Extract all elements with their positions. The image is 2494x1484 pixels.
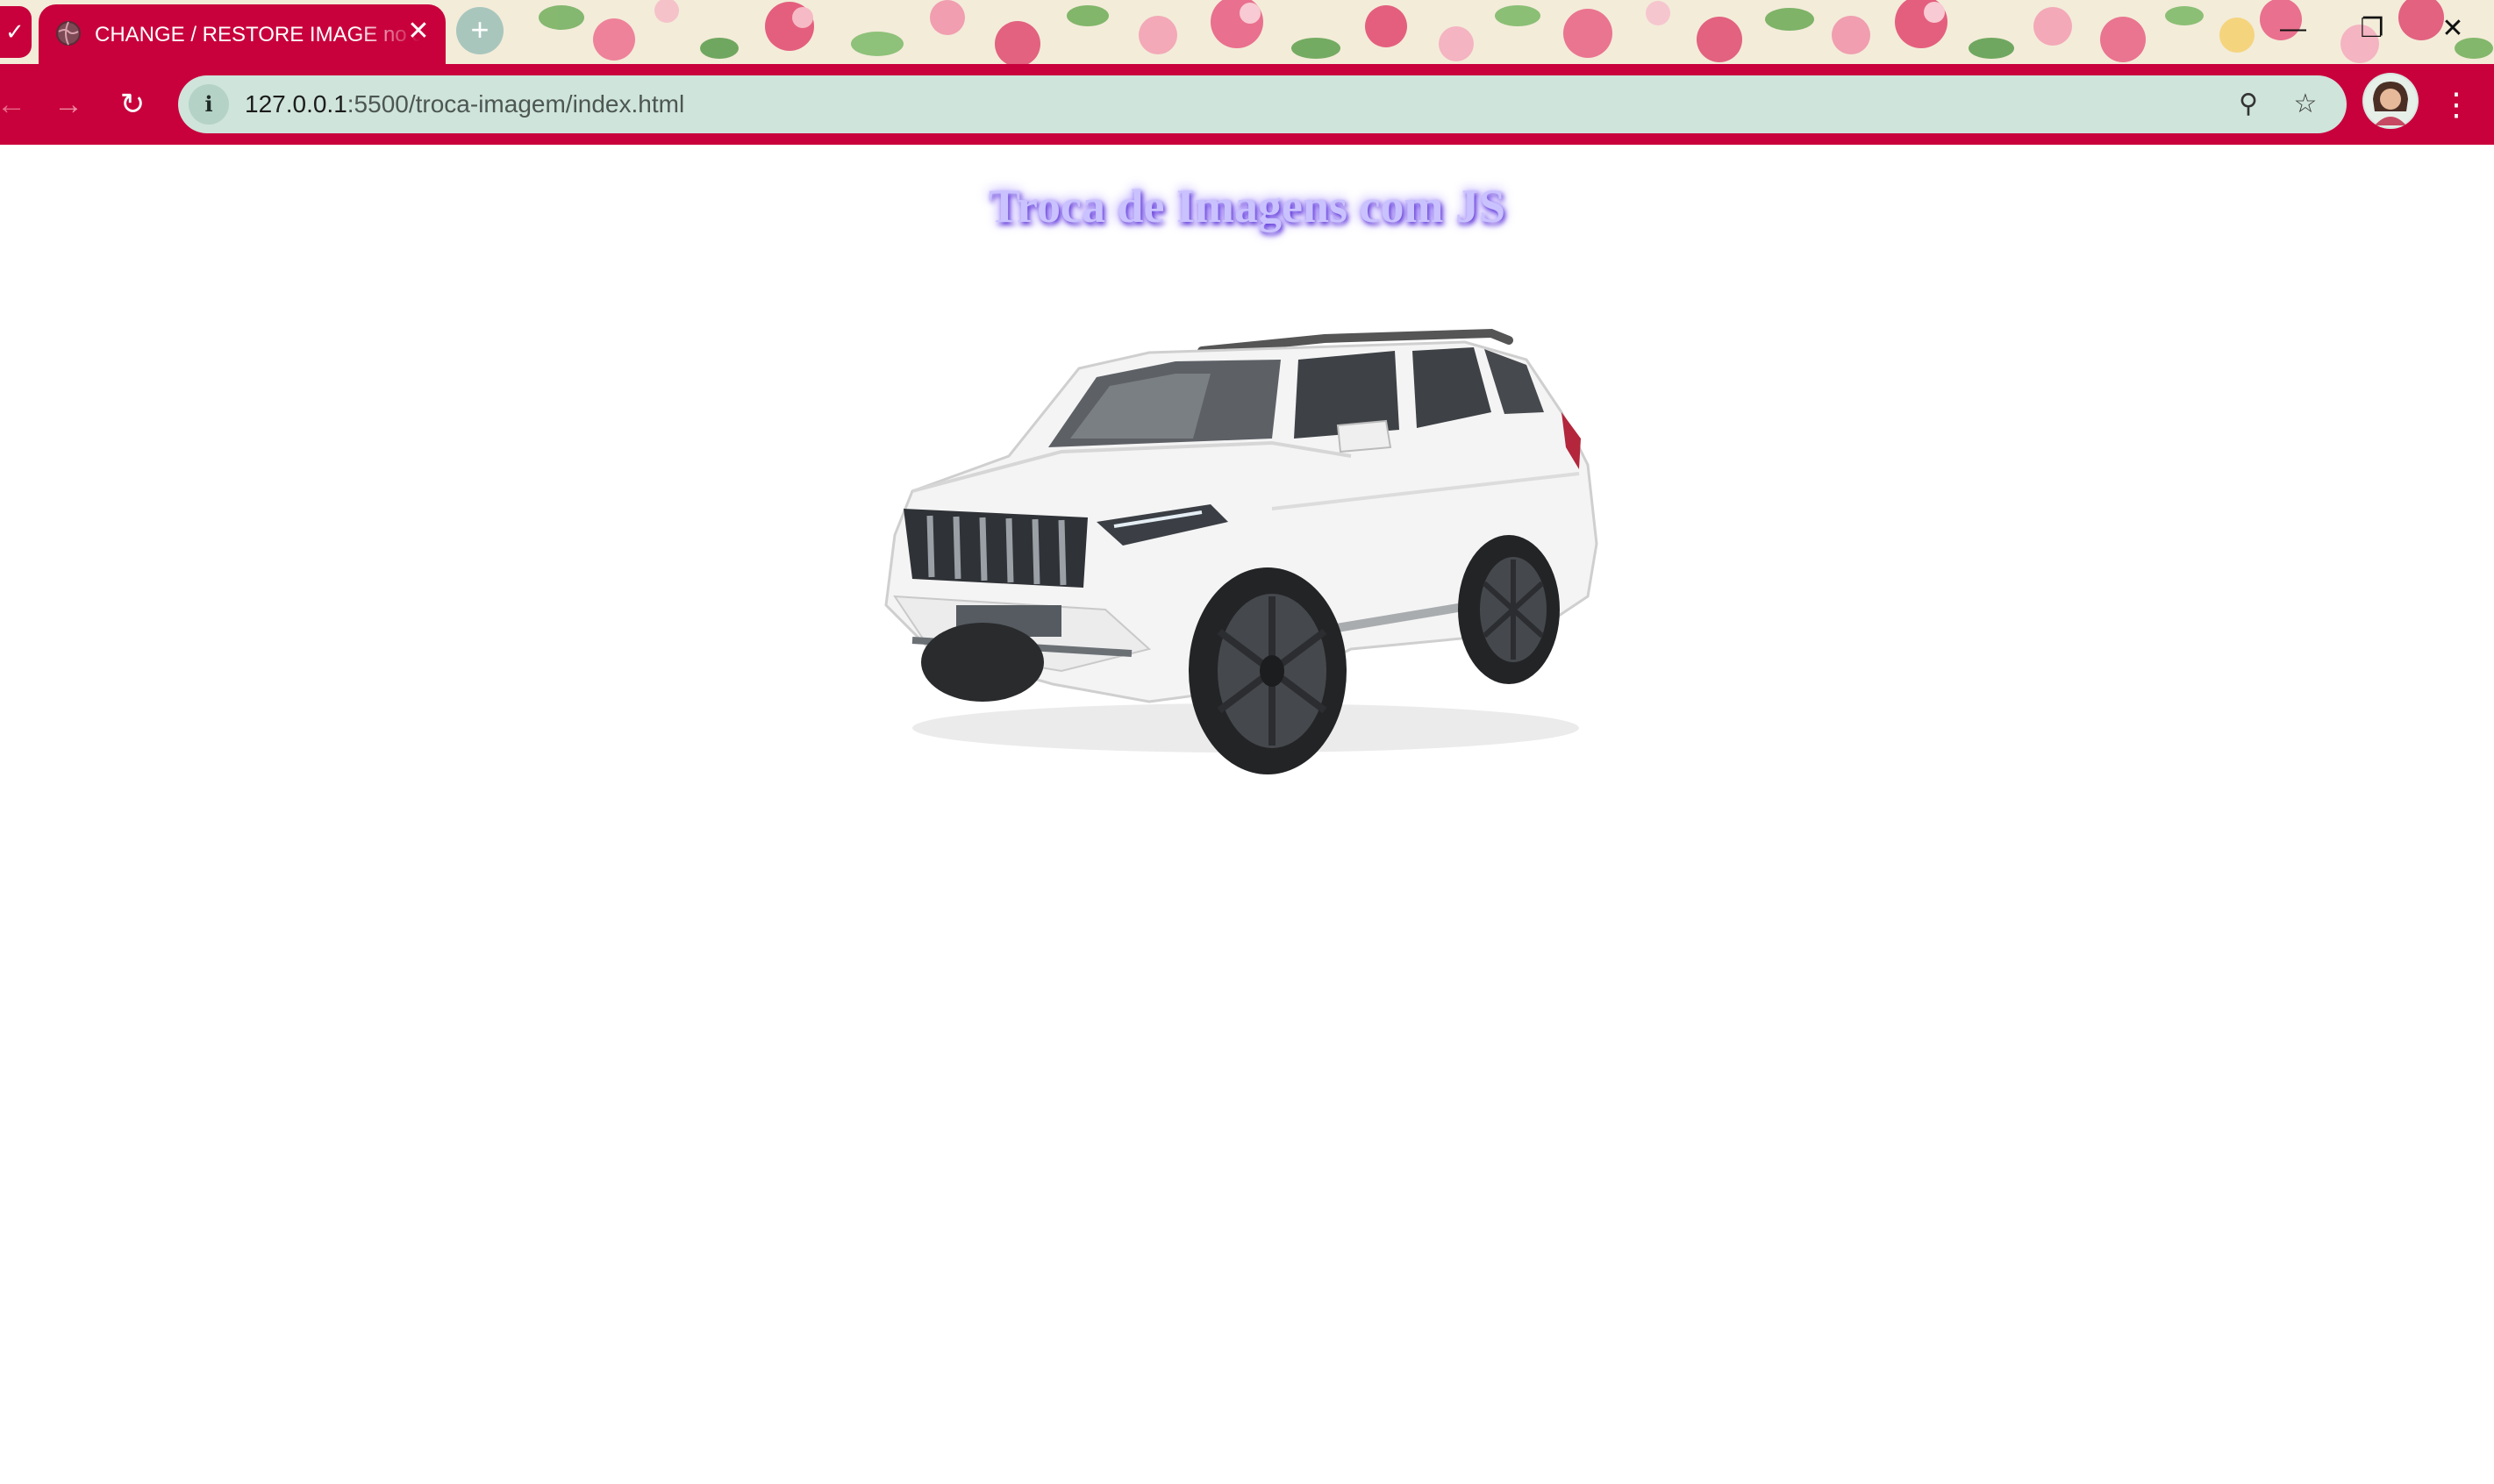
url-text[interactable]: 127.0.0.1:5500/troca-imagem/index.html (245, 89, 684, 120)
url-path: :5500/troca-imagem/index.html (347, 90, 685, 118)
tab-close-icon[interactable]: ✕ (404, 17, 433, 46)
browser-menu-icon[interactable]: ⋮ (2439, 82, 2474, 127)
reload-icon[interactable]: ↻ (111, 82, 154, 126)
address-bar[interactable]: i 127.0.0.1:5500/troca-imagem/index.html… (178, 75, 2347, 133)
url-host: 127.0.0.1 (245, 90, 347, 118)
new-tab-button[interactable]: + (456, 7, 504, 54)
restore-icon[interactable]: ❐ (2346, 9, 2398, 49)
tab-search-glyph: ✓ (5, 18, 25, 45)
window-close-icon[interactable]: ✕ (2426, 9, 2479, 49)
forward-arrow-icon[interactable]: → (46, 82, 90, 126)
browser-toolbar: ← → ↻ i 127.0.0.1:5500/troca-imagem/inde… (0, 64, 2494, 145)
zoom-icon[interactable]: ⚲ (2231, 87, 2266, 122)
profile-avatar[interactable] (2362, 73, 2419, 129)
page-title: Troca de Imagens com JS (989, 180, 1505, 232)
browser-titlebar: ✓ CHANGE / RESTORE IMAGE no JS ✕ + — ❐ ✕ (0, 0, 2494, 64)
back-arrow-icon[interactable]: ← (0, 82, 33, 126)
bookmark-star-icon[interactable]: ☆ (2288, 87, 2323, 122)
avatar-image (2364, 75, 2417, 127)
minimize-icon[interactable]: — (2267, 9, 2319, 49)
suv-image[interactable] (860, 316, 1605, 789)
globe-icon (56, 21, 81, 46)
site-info-icon[interactable]: i (189, 84, 229, 125)
active-tab[interactable]: CHANGE / RESTORE IMAGE no JS ✕ (39, 4, 446, 64)
tab-search-button[interactable]: ✓ (0, 6, 32, 58)
tab-title: CHANGE / RESTORE IMAGE no JS (95, 23, 421, 46)
